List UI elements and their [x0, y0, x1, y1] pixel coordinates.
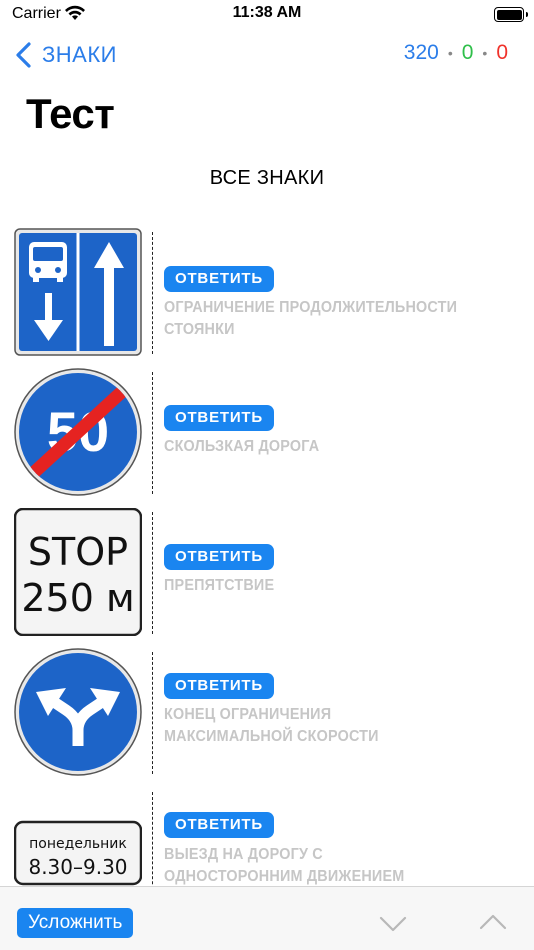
answer-button[interactable]: ОТВЕТИТЬ [164, 266, 274, 292]
dashed-divider [152, 232, 153, 354]
list-item: понедельник 8.30–9.30 ОТВЕТИТЬ ВЫЕЗД НА … [0, 782, 534, 886]
separator-dot: • [482, 45, 488, 61]
chevron-up-icon[interactable] [478, 913, 508, 931]
sign-text-line1: понедельник [29, 836, 127, 852]
back-button[interactable]: ЗНАКИ [14, 40, 117, 70]
battery-icon [494, 7, 528, 22]
left-or-right-detour-sign-icon [14, 648, 142, 776]
score-counters: 320 • 0 • 0 [404, 41, 508, 65]
sign-list[interactable]: ОТВЕТИТЬ ОГРАНИЧЕНИЕ ПРОДОЛЖИТЕЛЬНОСТИ С… [0, 222, 534, 886]
list-item: ОТВЕТИТЬ КОНЕЦ ОГРАНИЧЕНИЯ МАКСИМАЛЬНОЙ С… [0, 642, 534, 782]
section-title: ВСЕ ЗНАКИ [209, 167, 325, 189]
answer-button[interactable]: ОТВЕТИТЬ [164, 673, 274, 699]
sign-text-line2: 8.30–9.30 [28, 855, 127, 879]
answer-option: ПРЕПЯТСТВИЕ [164, 577, 275, 594]
answer-option: ОГРАНИЧЕНИЕ ПРОДОЛЖИТЕЛЬНОСТИ СТОЯНКИ [164, 299, 458, 338]
separator-dot: • [447, 45, 453, 61]
answer-button[interactable]: ОТВЕТИТЬ [164, 812, 274, 838]
stop-250m-sign-icon: STOP 250 м [14, 508, 142, 636]
end-speed-limit-50-sign-icon: 50 [14, 368, 142, 496]
wrong-count: 0 [496, 41, 508, 64]
dashed-divider [152, 372, 153, 494]
bottom-toolbar: Усложнить [0, 886, 534, 950]
sign-text-line2: 250 м [21, 576, 134, 620]
back-label: ЗНАКИ [42, 42, 117, 67]
monday-time-plate-sign-icon: понедельник 8.30–9.30 [14, 820, 142, 886]
total-count: 320 [403, 41, 439, 64]
sign-text-line1: STOP [28, 530, 128, 574]
dashed-divider [152, 792, 153, 886]
list-item: ОТВЕТИТЬ ОГРАНИЧЕНИЕ ПРОДОЛЖИТЕЛЬНОСТИ С… [0, 222, 534, 362]
status-bar: Carrier 11:38 AM [0, 0, 534, 30]
dashed-divider [152, 512, 153, 634]
answer-option: СКОЛЬЗКАЯ ДОРОГА [164, 438, 320, 455]
answer-option: КОНЕЦ ОГРАНИЧЕНИЯ МАКСИМАЛЬНОЙ СКОРОСТИ [164, 706, 379, 745]
list-item: 50 ОТВЕТИТЬ СКОЛЬЗКАЯ ДОРОГА [0, 362, 534, 502]
answer-button[interactable]: ОТВЕТИТЬ [164, 544, 274, 570]
answer-button[interactable]: ОТВЕТИТЬ [164, 405, 274, 431]
list-item: STOP 250 м ОТВЕТИТЬ ПРЕПЯТСТВИЕ [0, 502, 534, 642]
status-time: 11:38 AM [232, 4, 302, 21]
chevron-down-icon[interactable] [378, 915, 408, 933]
dashed-divider [152, 652, 153, 774]
answer-option: ВЫЕЗД НА ДОРОГУ С ОДНОСТОРОННИМ ДВИЖЕНИЕМ [164, 846, 405, 885]
chevron-left-icon [16, 42, 31, 68]
complicate-button[interactable]: Усложнить [17, 908, 134, 938]
correct-count: 0 [461, 41, 474, 64]
page-title: Тест [26, 90, 115, 137]
bus-lane-sign-icon [14, 228, 142, 356]
